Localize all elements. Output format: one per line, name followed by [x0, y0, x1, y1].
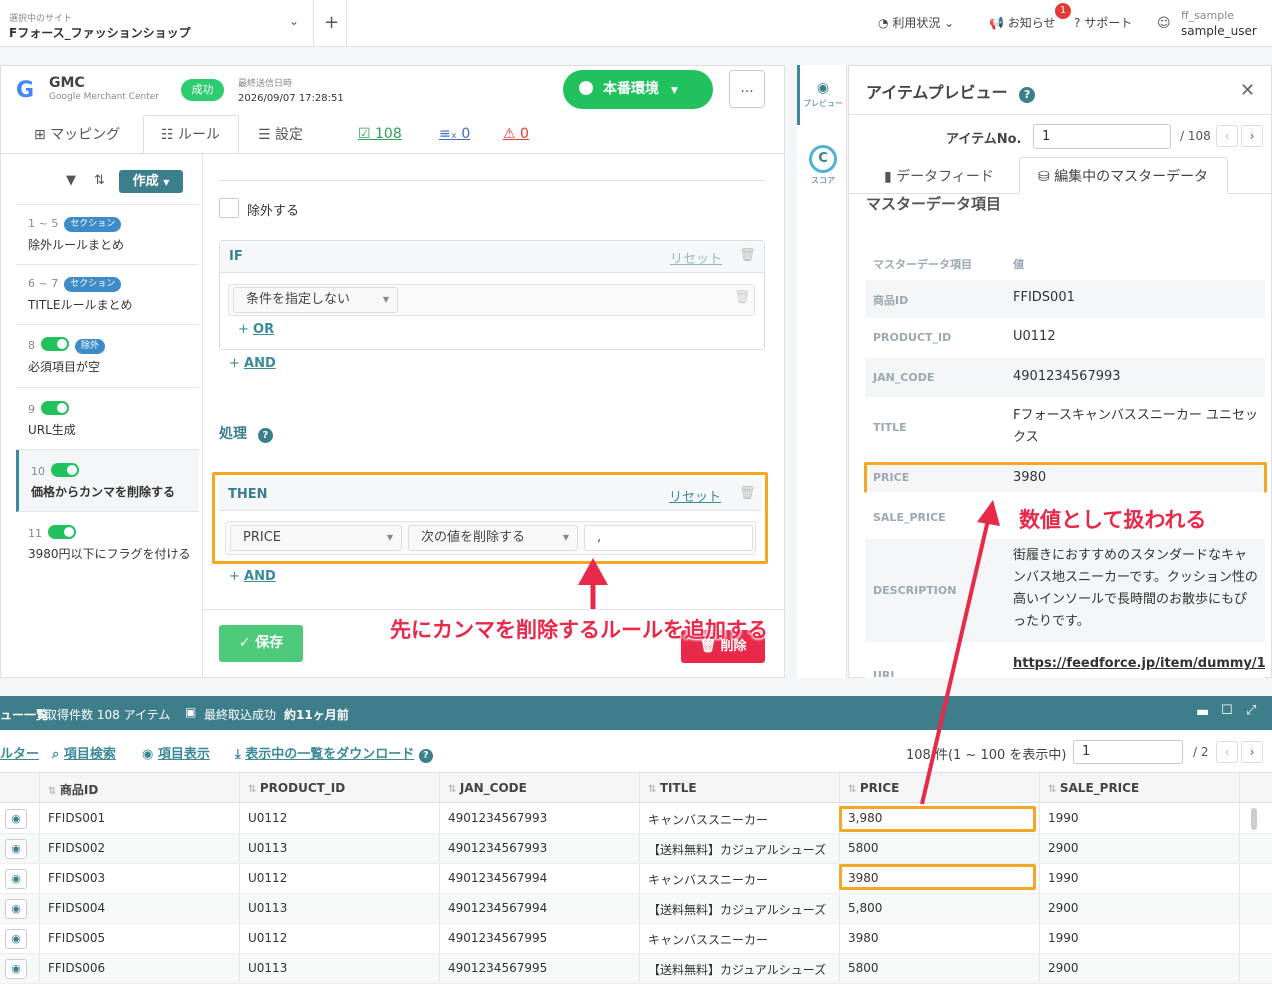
annotation-right-note: 数値として扱われる: [1019, 508, 1207, 532]
arrow-head: [578, 558, 608, 585]
arrow-to-price: [920, 519, 990, 805]
arrow-head: [977, 500, 1000, 526]
annotation-left-note: 先にカンマを削除するルールを追加する: [390, 618, 768, 642]
annotation-arrows: [578, 500, 1000, 805]
